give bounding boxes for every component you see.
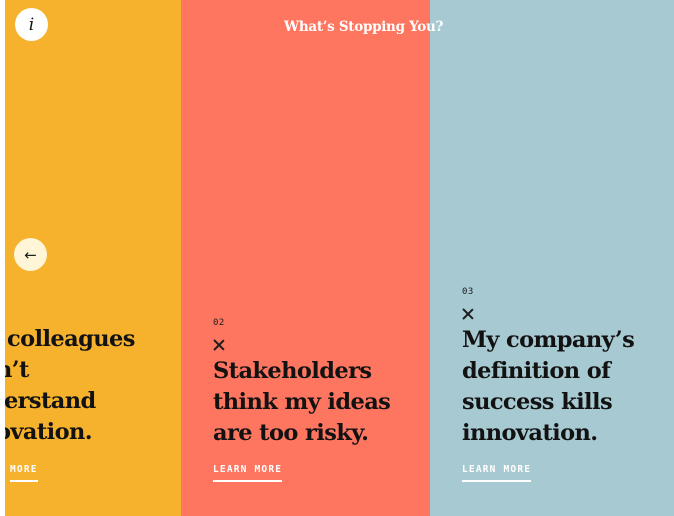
info-button[interactable]: i: [15, 8, 48, 41]
panel-2: 02 Stakeholders think my ideas are too r…: [181, 0, 430, 516]
headline-line: definition of: [462, 358, 611, 384]
panel-3-number: 03: [462, 287, 474, 297]
close-icon[interactable]: [213, 339, 225, 351]
headline-line: Stakeholders: [213, 358, 372, 384]
learn-more-link[interactable]: LEARN MORE: [213, 464, 283, 482]
back-button[interactable]: ←: [14, 238, 47, 271]
learn-more-link[interactable]: MORE: [10, 464, 38, 482]
info-icon: i: [28, 14, 35, 35]
headline-line: n’t: [5, 357, 29, 383]
headline-line: colleagues: [7, 326, 135, 352]
headline-line: lerstand: [5, 388, 96, 414]
headline-line: innovation.: [462, 420, 598, 446]
left-edge: [0, 0, 5, 516]
headline-line: My company’s: [462, 327, 635, 353]
panel-2-number: 02: [213, 318, 225, 328]
headline-line: ovation.: [5, 419, 93, 445]
close-icon[interactable]: [462, 308, 474, 320]
arrow-left-icon: ←: [24, 245, 37, 264]
headline-line: are too risky.: [213, 420, 369, 446]
carousel: colleagues n’t lerstand ovation. MORE 02…: [0, 0, 674, 516]
panel-3-headline: My company’s definition of success kills…: [462, 325, 635, 449]
panel-1-headline: colleagues n’t lerstand ovation.: [5, 324, 135, 448]
headline-line: success kills: [462, 389, 613, 415]
page-title: What’s Stopping You?: [284, 19, 444, 35]
headline-line: think my ideas: [213, 389, 391, 415]
panel-2-headline: Stakeholders think my ideas are too risk…: [213, 356, 391, 449]
panel-3: 03 My company’s definition of success ki…: [430, 0, 674, 516]
learn-more-link[interactable]: LEARN MORE: [462, 464, 532, 482]
